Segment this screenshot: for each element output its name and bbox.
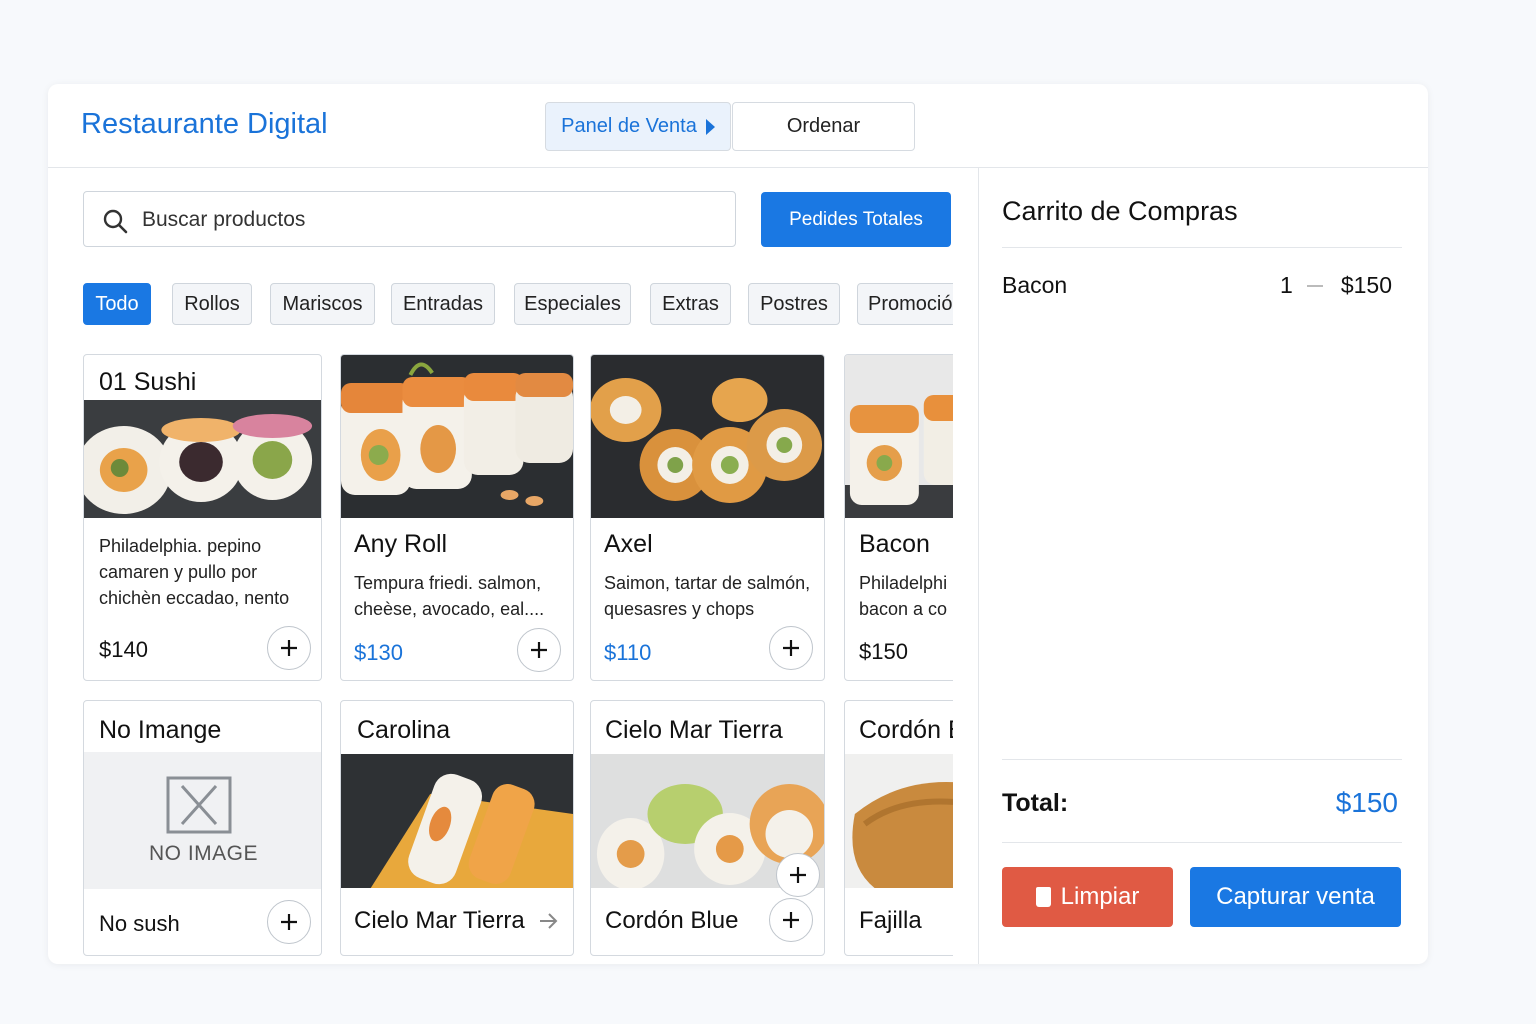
product-grid: 01 Sushi Philadelphia. pepino camaren y … [83, 354, 953, 964]
product-card-01-sushi[interactable]: 01 Sushi Philadelphia. pepino camaren y … [83, 354, 322, 681]
product-desc-line: Philadelphi [859, 573, 948, 593]
product-title: Any Roll [354, 530, 448, 558]
category-postres[interactable]: Postres [748, 283, 840, 325]
plus-icon [531, 642, 547, 658]
add-to-cart-button[interactable] [267, 626, 311, 670]
capture-sale-button[interactable]: Capturar venta [1190, 867, 1401, 927]
cart-panel: Carrito de Compras Bacon 1 $150 Total: $… [978, 168, 1428, 964]
add-to-cart-button[interactable] [517, 628, 561, 672]
cart-item-qty: 1 [1280, 272, 1293, 298]
search-box[interactable] [83, 191, 736, 247]
cart-item-amount: $150 [1340, 272, 1392, 298]
product-card-bacon[interactable]: Bacon Philadelphi bacon a co $150 [844, 354, 953, 681]
app-window: Restaurante Digital Panel de Venta Orden… [48, 84, 1428, 964]
nav-ordenar-button[interactable]: Ordenar [732, 102, 915, 151]
header: Restaurante Digital Panel de Venta Orden… [48, 84, 1428, 168]
product-title: Cordón Blue [859, 716, 953, 744]
product-desc-line: chichèn eccadao, nento [99, 588, 290, 608]
product-desc-line: cheèse, avocado, eal.... [354, 599, 545, 619]
product-image [591, 355, 824, 518]
product-image [845, 355, 953, 518]
product-title: Carolina [357, 716, 451, 744]
product-footer-name: Fajilla [859, 907, 922, 934]
category-mariscos[interactable]: Mariscos [270, 283, 375, 325]
product-price: $110 [604, 640, 652, 665]
clear-cart-label: Limpiar [1060, 883, 1140, 910]
product-title: Cielo Mar Tierra [605, 716, 783, 744]
category-bar: Todo Rollos Mariscos Entradas Especiales… [83, 283, 953, 327]
plus-icon [281, 640, 297, 656]
no-image-text: NO IMAGE [148, 842, 258, 865]
product-title: Bacon [859, 530, 930, 558]
clear-cart-button[interactable]: Limpiar [1002, 867, 1173, 927]
category-entradas[interactable]: Entradas [391, 283, 495, 325]
add-to-cart-button[interactable] [267, 900, 311, 944]
product-card-any-roll[interactable]: Any Roll Tempura friedi. salmon, cheèse,… [340, 354, 574, 681]
product-image [84, 400, 321, 518]
product-image [341, 355, 573, 518]
product-footer-name: Cielo Mar Tierra [354, 907, 525, 934]
no-image-icon [166, 776, 232, 834]
cart-item-name: Bacon [1002, 272, 1068, 298]
divider [1002, 842, 1402, 843]
total-label: Total: [1002, 789, 1069, 817]
product-card-axel[interactable]: Axel Saimon, tartar de salmón, quesasres… [590, 354, 825, 681]
product-image-placeholder: NO IMAGE [84, 752, 321, 889]
product-image [845, 754, 953, 888]
decrease-qty-button[interactable] [1307, 285, 1323, 287]
divider [1002, 759, 1402, 760]
plus-icon [790, 867, 806, 883]
product-footer-name: No sush [99, 911, 180, 936]
divider [1002, 247, 1402, 248]
product-desc-line: quesasres y chops [604, 599, 755, 619]
product-desc-line: bacon a co [859, 599, 948, 619]
trash-icon [1035, 887, 1051, 907]
cart-title: Carrito de Compras [1002, 196, 1238, 226]
product-image [341, 754, 573, 888]
product-price: $150 [859, 639, 908, 664]
product-desc-line: camaren y pullo por [99, 562, 258, 582]
search-icon [103, 209, 128, 234]
add-to-cart-button[interactable] [769, 626, 813, 670]
product-desc-line: Saimon, tartar de salmón, [604, 573, 811, 593]
category-especiales[interactable]: Especiales [514, 283, 631, 325]
product-card-cordon-blue[interactable]: Cordón Blue Fajilla [844, 700, 953, 956]
plus-icon [783, 912, 799, 928]
product-footer-name: Cordón Blue [605, 907, 739, 934]
nav-panel-venta-button[interactable]: Panel de Venta [545, 102, 731, 151]
product-panel: Pedides Totales Todo Rollos Mariscos Ent… [48, 168, 978, 964]
product-card-no-image[interactable]: No Imange NO IMAGE No sush [83, 700, 322, 956]
pedidos-totales-button[interactable]: Pedides Totales [761, 192, 951, 247]
product-card-carolina[interactable]: Carolina Cielo Mar Tierra [340, 700, 574, 956]
product-desc-line: Tempura friedi. salmon, [354, 573, 542, 593]
product-card-cielo-mar-tierra[interactable]: Cielo Mar Tierra Cordón Blue [590, 700, 825, 956]
search-input[interactable] [142, 202, 712, 238]
product-title: 01 Sushi [99, 368, 197, 396]
arrow-right-icon[interactable] [539, 912, 559, 930]
nav-panel-venta-label: Panel de Venta [561, 115, 697, 137]
app-title: Restaurante Digital [81, 108, 328, 140]
plus-icon [281, 914, 297, 930]
product-price: $140 [99, 637, 148, 662]
product-price: $130 [354, 640, 403, 665]
category-rollos[interactable]: Rollos [172, 283, 252, 325]
product-title: Axel [604, 530, 653, 558]
plus-icon [783, 640, 799, 656]
category-extras[interactable]: Extras [650, 283, 731, 325]
category-todo[interactable]: Todo [83, 283, 151, 325]
product-desc-line: Philadelphia. pepino [99, 536, 262, 556]
add-to-cart-button[interactable] [776, 853, 820, 897]
cart-item: Bacon 1 $150 [1002, 272, 1392, 302]
add-to-cart-button[interactable] [769, 898, 813, 942]
category-promocion[interactable]: Promoción [857, 283, 953, 325]
total-value: $150 [1335, 787, 1398, 818]
product-title: No Imange [99, 716, 222, 744]
caret-right-icon [705, 118, 715, 135]
